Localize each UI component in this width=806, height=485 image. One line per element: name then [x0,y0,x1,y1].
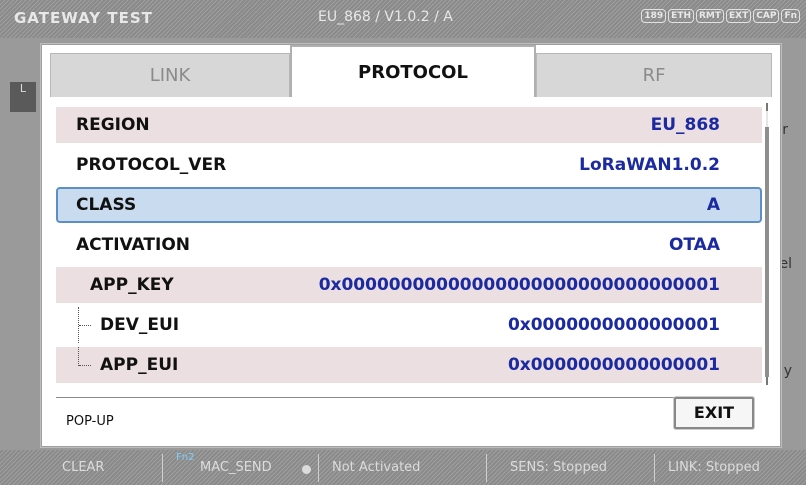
badge-eth: ETH [668,9,694,23]
row-app-eui[interactable]: APP_EUI 0x0000000000000001 [56,347,762,383]
tab-link[interactable]: LINK [50,53,290,97]
mac-send-softkey[interactable]: MAC_SEND [200,460,272,475]
scrollbar-cap [766,103,768,111]
row-label: CLASS [76,195,137,215]
activation-status: Not Activated [332,460,421,475]
row-label: DEV_EUI [100,315,180,335]
scrollbar-thumb[interactable] [765,127,769,377]
tree-connector-icon [78,307,93,343]
row-label: PROTOCOL_VER [76,155,227,175]
row-activation[interactable]: ACTIVATION OTAA [56,227,762,263]
row-value: 0x0000000000000001 [507,355,720,375]
row-label: APP_KEY [90,275,174,295]
divider [654,454,655,482]
row-value: OTAA [668,235,720,255]
list-scrollbar[interactable] [764,103,770,385]
scrollbar-cap [766,377,768,385]
row-value: EU_868 [650,115,720,135]
tree-connector-icon [78,347,93,366]
clear-softkey[interactable]: CLEAR [62,460,104,475]
parameter-list: REGION EU_868 PROTOCOL_VER LoRaWAN1.0.2 … [56,107,764,387]
background-text-fragment: y [783,363,792,379]
divider [486,454,487,482]
tab-protocol[interactable]: PROTOCOL [290,45,536,97]
row-class-selected[interactable]: CLASS A [56,187,762,223]
row-region[interactable]: REGION EU_868 [56,107,762,143]
badge-ext: EXT [726,9,752,23]
mode-indicator: EU_868 / V1.0.2 / A [318,9,453,25]
mac-send-indicator-icon [302,465,311,474]
popup-label: POP-UP [66,414,114,429]
row-label: ACTIVATION [76,235,190,255]
exit-button[interactable]: EXIT [674,397,754,429]
footer-divider [56,397,716,398]
row-app-key[interactable]: APP_KEY 0x000000000000000000000000000000… [56,267,762,303]
top-status-bar: GATEWAY TEST EU_868 / V1.0.2 / A 189 ETH… [0,0,806,38]
row-label: REGION [76,115,150,135]
link-status: LINK: Stopped [668,460,760,475]
tab-rf[interactable]: RF [536,53,772,97]
fn2-label: Fn2 [176,452,195,463]
bottom-softkey-bar: CLEAR Fn2 MAC_SEND Not Activated SENS: S… [0,450,806,485]
tab-bar: LINK PROTOCOL RF [50,45,772,97]
app-title: GATEWAY TEST [14,9,153,27]
divider [162,454,163,482]
row-value: A [706,195,720,215]
sens-status: SENS: Stopped [510,460,608,475]
indicator-badges: 189 ETH RMT EXT CAP Fn [641,9,800,23]
background-text-fragment: r [782,122,788,138]
row-value: 0x00000000000000000000000000000001 [318,275,720,295]
row-label: APP_EUI [100,355,179,375]
protocol-settings-dialog: LINK PROTOCOL RF REGION EU_868 PROTOCOL_… [41,44,781,447]
divider [318,454,319,482]
row-value: LoRaWAN1.0.2 [579,155,720,175]
background-l-marker: L [10,82,36,112]
badge-cap: CAP [753,9,780,23]
badge-189: 189 [641,9,667,23]
row-protocol-ver[interactable]: PROTOCOL_VER LoRaWAN1.0.2 [56,147,762,183]
badge-fn: Fn [781,9,800,23]
background-text-fragment: el [779,256,792,272]
row-value: 0x0000000000000001 [507,315,720,335]
badge-rmt: RMT [696,9,725,23]
row-dev-eui[interactable]: DEV_EUI 0x0000000000000001 [56,307,762,343]
